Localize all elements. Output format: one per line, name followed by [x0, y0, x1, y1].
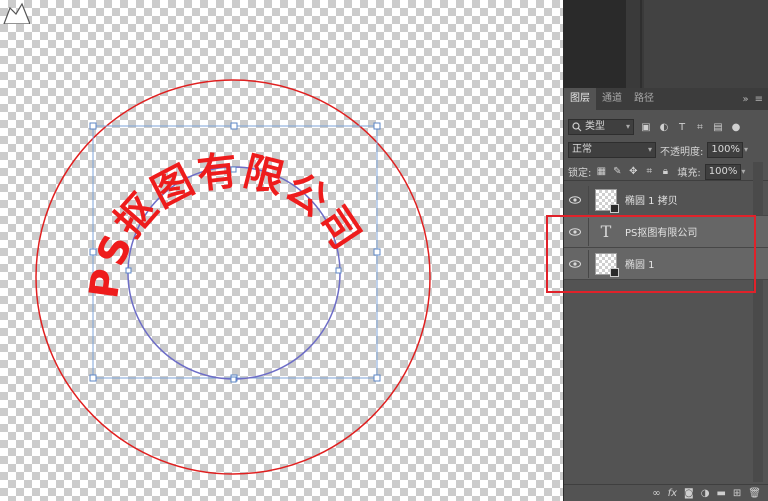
- chevron-down-icon: ▾: [647, 145, 652, 154]
- lock-label: 锁定:: [568, 168, 592, 179]
- layer-name[interactable]: 椭圆 1: [625, 256, 655, 271]
- shape-filter-icon[interactable]: ⌗: [694, 121, 706, 133]
- blend-mode-select[interactable]: 正常 ▾: [568, 142, 656, 158]
- opacity-value: 100%: [711, 144, 740, 155]
- shape-badge-icon: [610, 203, 619, 213]
- filter-kind-label: 类型: [585, 121, 605, 132]
- layer-row[interactable]: 椭圆 1 拷贝: [564, 184, 768, 216]
- blend-row: 正常 ▾ 不透明度: 100% ▾: [564, 140, 768, 160]
- adjustment-layer-icon[interactable]: ◑: [701, 488, 710, 499]
- link-icon[interactable]: ∞: [652, 488, 660, 499]
- lock-row: 锁定: ▦ ✎ ✥ ⌗ 🔒︎ 填充: 100% ▾: [564, 163, 768, 181]
- canvas-artwork: PS抠图有限公司: [35, 79, 431, 475]
- opacity-field[interactable]: 100% ▾: [707, 142, 748, 158]
- document-canvas[interactable]: PS抠图有限公司: [0, 0, 563, 501]
- arc-text-path: PS抠图有限公司: [81, 148, 368, 302]
- layer-name[interactable]: PS抠图有限公司: [625, 224, 697, 239]
- visibility-eye-icon[interactable]: [568, 257, 582, 271]
- layer-thumbnail: [595, 188, 619, 213]
- layer-name[interactable]: 椭圆 1 拷贝: [625, 192, 678, 207]
- chevron-down-icon: ▾: [741, 166, 746, 176]
- new-layer-icon[interactable]: ⊞: [733, 488, 741, 499]
- arc-text[interactable]: PS抠图有限公司: [81, 148, 370, 302]
- tab-paths[interactable]: 路径: [628, 88, 660, 110]
- layers-bottom-bar: ∞ fx ◙ ◑ ▬ ⊞ 🗑︎: [564, 484, 768, 501]
- lock-transparent-icon[interactable]: ▦: [595, 166, 607, 178]
- image-filter-icon[interactable]: ▣: [640, 121, 652, 133]
- text-layer-icon: T: [600, 222, 612, 241]
- search-icon: [572, 122, 582, 132]
- fill-value: 100%: [708, 165, 738, 177]
- lock-image-icon[interactable]: ✎: [611, 166, 623, 178]
- fill-field[interactable]: 100% ▾: [704, 163, 745, 180]
- layers-panel: 图层 通道 路径 » ≡ 类型 ▾ ▣ ◐ T ⌗ ▤ ● 正常 ▾ 不透明度:…: [546, 0, 768, 501]
- shape-badge-icon: [610, 267, 619, 277]
- adjustment-filter-icon[interactable]: ◐: [658, 121, 670, 133]
- lock-all-icon[interactable]: 🔒︎: [659, 166, 671, 178]
- blend-mode-value: 正常: [572, 144, 592, 155]
- chevron-down-icon: ▾: [625, 122, 630, 131]
- filter-kind-select[interactable]: 类型 ▾: [568, 119, 634, 135]
- type-filter-icon[interactable]: T: [676, 121, 688, 133]
- opacity-label: 不透明度:: [660, 146, 704, 158]
- panel-menu-icon[interactable]: ≡: [755, 94, 763, 105]
- lock-position-icon[interactable]: ✥: [627, 166, 639, 178]
- visibility-eye-icon[interactable]: [568, 225, 582, 239]
- chevron-down-icon: ▾: [743, 145, 748, 154]
- filter-toggle-icon[interactable]: ●: [730, 121, 742, 133]
- lock-artboard-icon[interactable]: ⌗: [643, 166, 655, 178]
- layer-row[interactable]: 椭圆 1: [564, 248, 768, 280]
- tab-channels[interactable]: 通道: [596, 88, 628, 110]
- smart-object-filter-icon[interactable]: ▤: [712, 121, 724, 133]
- layer-row[interactable]: T PS抠图有限公司: [564, 216, 768, 248]
- collapse-panel-icon[interactable]: »: [742, 94, 748, 105]
- layer-filter-row: 类型 ▾ ▣ ◐ T ⌗ ▤ ●: [564, 116, 768, 138]
- visibility-eye-icon[interactable]: [568, 193, 582, 207]
- corner-sticker-icon: [3, 2, 30, 24]
- layers-list: 椭圆 1 拷贝 T PS抠图有限公司 椭圆 1: [564, 184, 768, 280]
- layer-thumbnail: [595, 252, 619, 277]
- panel-dock-area: [564, 0, 768, 88]
- fill-label: 填充:: [677, 168, 701, 179]
- fx-icon[interactable]: fx: [668, 488, 677, 499]
- mask-icon[interactable]: ◙: [684, 488, 694, 499]
- group-icon[interactable]: ▬: [716, 488, 725, 499]
- tab-layers[interactable]: 图层: [564, 88, 596, 110]
- trash-icon[interactable]: 🗑︎: [748, 488, 761, 499]
- panel-tabs: 图层 通道 路径 » ≡: [564, 88, 768, 110]
